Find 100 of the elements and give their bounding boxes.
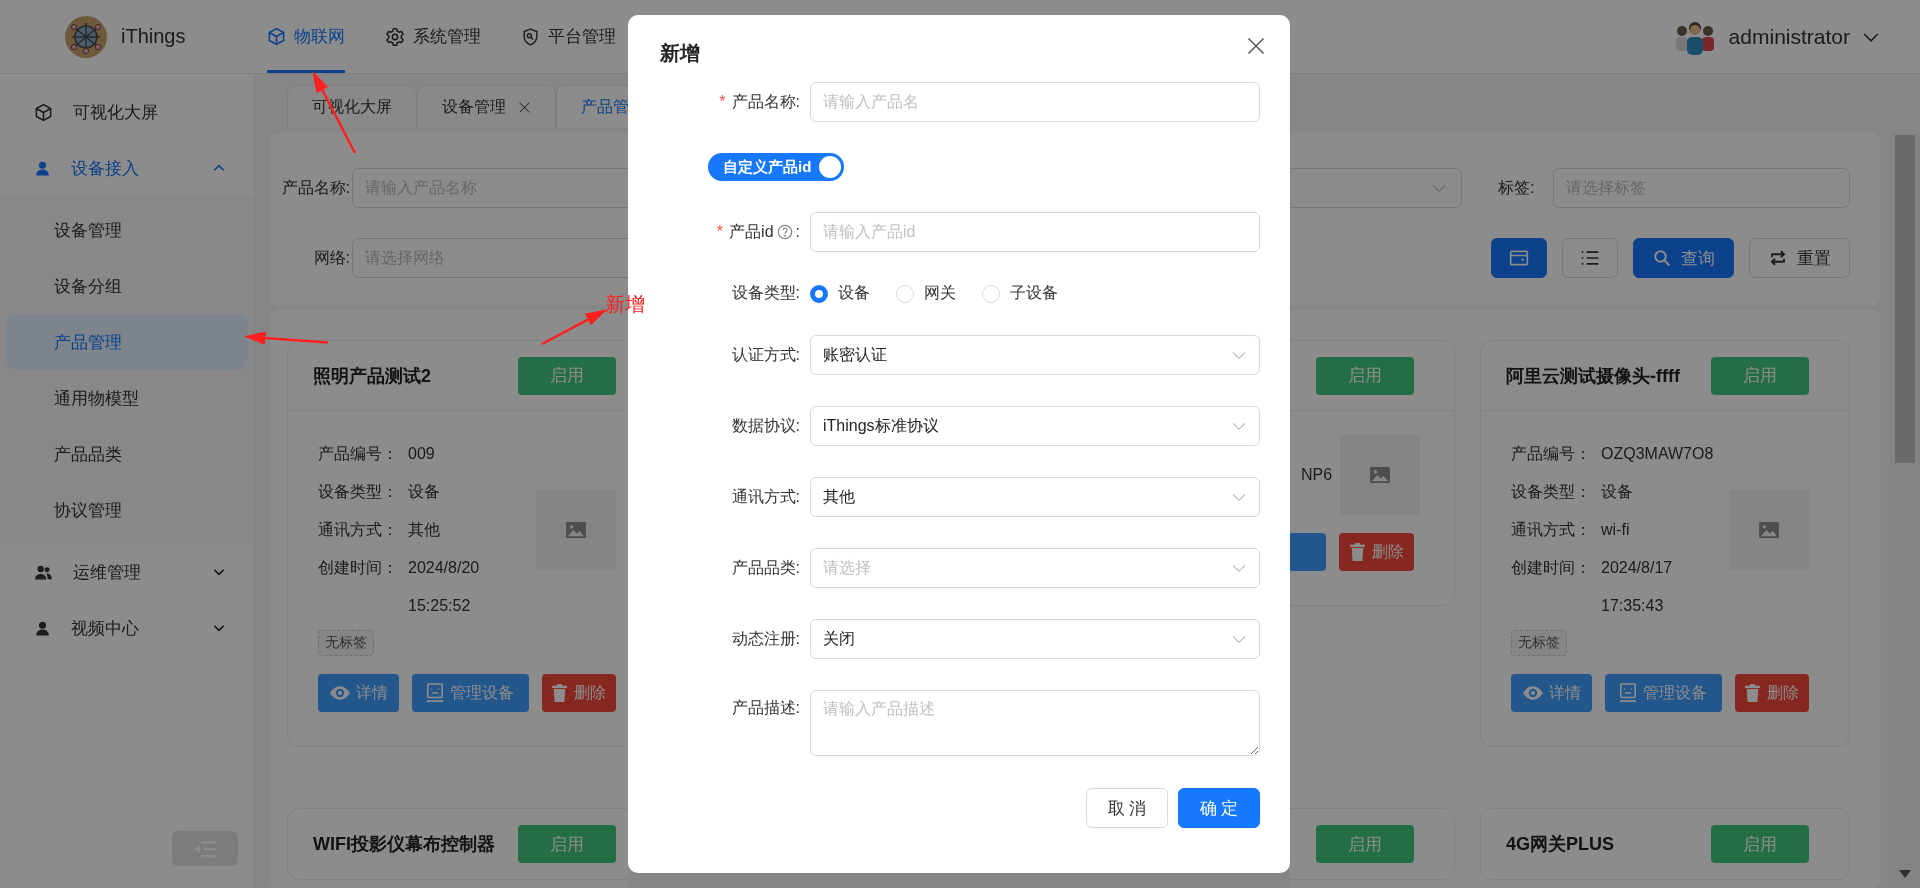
field-label: 产品id <box>729 221 774 242</box>
user-name[interactable]: administrator <box>1728 24 1850 49</box>
search-button[interactable]: 查询 <box>1633 238 1734 278</box>
toggle-switch[interactable]: 自定义产品id <box>708 153 845 181</box>
required-mark: * <box>716 223 724 241</box>
image-icon <box>1758 521 1780 539</box>
field-label: 认证方式: <box>731 344 800 365</box>
dialog-title: 新增 <box>660 41 700 66</box>
submenu-item[interactable]: 产品品类 <box>6 426 248 482</box>
menu-item[interactable]: 可视化大屏 <box>0 84 254 140</box>
tag-label: 无标签 <box>318 630 374 656</box>
trash-icon <box>551 684 569 702</box>
scroll-down-icon <box>1899 870 1911 878</box>
select-field[interactable]: 关闭 <box>810 619 1260 659</box>
card-title: 4G网关PLUS <box>1506 833 1615 856</box>
monitor-icon <box>426 683 445 703</box>
trash-icon <box>1349 543 1366 561</box>
delete-button[interactable]: 删除 <box>1339 533 1414 571</box>
submenu-item[interactable]: 协议管理 <box>6 482 248 538</box>
select-field[interactable]: iThings标准协议 <box>810 406 1260 446</box>
field-label: 设备类型： <box>318 482 398 502</box>
submenu-item[interactable]: 设备管理 <box>6 202 248 258</box>
cube-icon <box>34 102 53 122</box>
list-view-button[interactable] <box>1562 238 1618 278</box>
radio-label[interactable]: 子设备 <box>1010 283 1058 304</box>
cube-icon <box>267 27 287 46</box>
monitor-icon <box>1619 683 1638 703</box>
field-label: 标签: <box>1498 177 1536 198</box>
text-area[interactable]: 请输入产品描述 <box>810 690 1260 756</box>
field-label: 产品描述: <box>731 698 800 718</box>
field-value: NP6 <box>1301 465 1333 485</box>
field-label: : <box>795 223 800 241</box>
field-label: 创建时间： <box>1511 558 1591 578</box>
field-value: 设备 <box>1601 482 1634 502</box>
field-label: 网络: <box>312 247 351 268</box>
eye-icon <box>1522 685 1543 701</box>
menu-item[interactable]: 视频中心 <box>0 600 254 656</box>
logo-icon <box>64 14 108 59</box>
submenu-item[interactable]: 通用物模型 <box>6 370 248 426</box>
annotation-arrow <box>541 309 607 346</box>
page-tab[interactable]: 设备管理 <box>417 85 556 128</box>
select-field[interactable]: 账密认证 <box>810 335 1260 375</box>
field-value: wi-fi <box>1601 520 1631 540</box>
list-icon <box>1580 249 1600 267</box>
image-icon <box>565 521 587 539</box>
image-icon <box>1369 466 1392 484</box>
user-icon <box>34 619 51 637</box>
field-value: 设备 <box>408 482 441 502</box>
field-label: 产品品类: <box>731 557 800 578</box>
card-title: 照明产品测试2 <box>313 364 431 388</box>
users-icon <box>34 563 53 581</box>
delete-button[interactable]: 删除 <box>1734 674 1809 712</box>
delete-button[interactable]: 删除 <box>541 674 616 712</box>
field-value: 2024/8/17 17:35:43 <box>1601 558 1674 616</box>
user-icon <box>34 159 51 177</box>
search-icon <box>1652 249 1671 267</box>
field-label: 数据协议: <box>731 415 800 436</box>
submenu-item[interactable]: 设备分组 <box>6 258 248 314</box>
field-value: 009 <box>408 444 436 464</box>
submenu-item[interactable]: 产品管理 <box>6 314 248 370</box>
field-label: 通讯方式： <box>1511 520 1591 540</box>
input-field[interactable]: 请输入产品id <box>810 212 1260 252</box>
eye-icon <box>329 685 350 701</box>
field-label: 设备类型： <box>1511 482 1591 502</box>
tag-label: 无标签 <box>1511 630 1567 656</box>
field-value: 其他 <box>408 520 441 540</box>
menu-item[interactable]: 运维管理 <box>0 544 254 600</box>
reset-button[interactable]: 重置 <box>1749 238 1850 278</box>
radio-button[interactable] <box>810 284 828 303</box>
card-title: WIFI投影仪幕布控制器 <box>313 833 495 856</box>
field-label: 设备类型: <box>731 283 800 303</box>
gear-icon <box>385 26 406 47</box>
field-label: 创建时间： <box>318 558 398 578</box>
trash-icon <box>1744 684 1762 702</box>
select-field[interactable]: 其他 <box>810 477 1260 517</box>
card-view-icon <box>1509 249 1529 267</box>
confirm-button[interactable]: 确 定 <box>1178 788 1260 828</box>
nav-tab[interactable]: 平台管理 <box>521 0 617 73</box>
cancel-button[interactable]: 取 消 <box>1086 788 1168 828</box>
field-label: 产品名称: <box>731 91 800 112</box>
field-label: 产品编号： <box>318 444 398 464</box>
field-value: OZQ3MAW7O8 <box>1601 444 1715 464</box>
annotation-label: 新增 <box>605 292 645 317</box>
nav-tab[interactable]: 系统管理 <box>385 0 482 73</box>
field-value: 2024/8/20 15:25:52 <box>408 558 481 616</box>
menu-item[interactable]: 设备接入 <box>0 140 254 196</box>
input-field[interactable]: 请输入产品名 <box>810 82 1260 122</box>
field-label: 通讯方式: <box>731 486 800 507</box>
page-tab[interactable]: 产品管 <box>556 85 628 128</box>
card-title: 阿里云测试摄像头-ffff <box>1506 364 1680 388</box>
field-label: 产品名称: <box>280 177 351 198</box>
field-label: 通讯方式： <box>318 520 398 540</box>
field-label: 动态注册: <box>731 628 800 649</box>
close-icon <box>1246 35 1266 56</box>
radio-label[interactable]: 设备 <box>838 283 870 304</box>
card-view-button[interactable] <box>1491 238 1547 278</box>
required-mark: * <box>719 93 726 111</box>
radio-label[interactable]: 网关 <box>924 283 956 304</box>
field-label: 产品编号： <box>1511 444 1591 464</box>
brand-name: iThings <box>121 25 186 48</box>
